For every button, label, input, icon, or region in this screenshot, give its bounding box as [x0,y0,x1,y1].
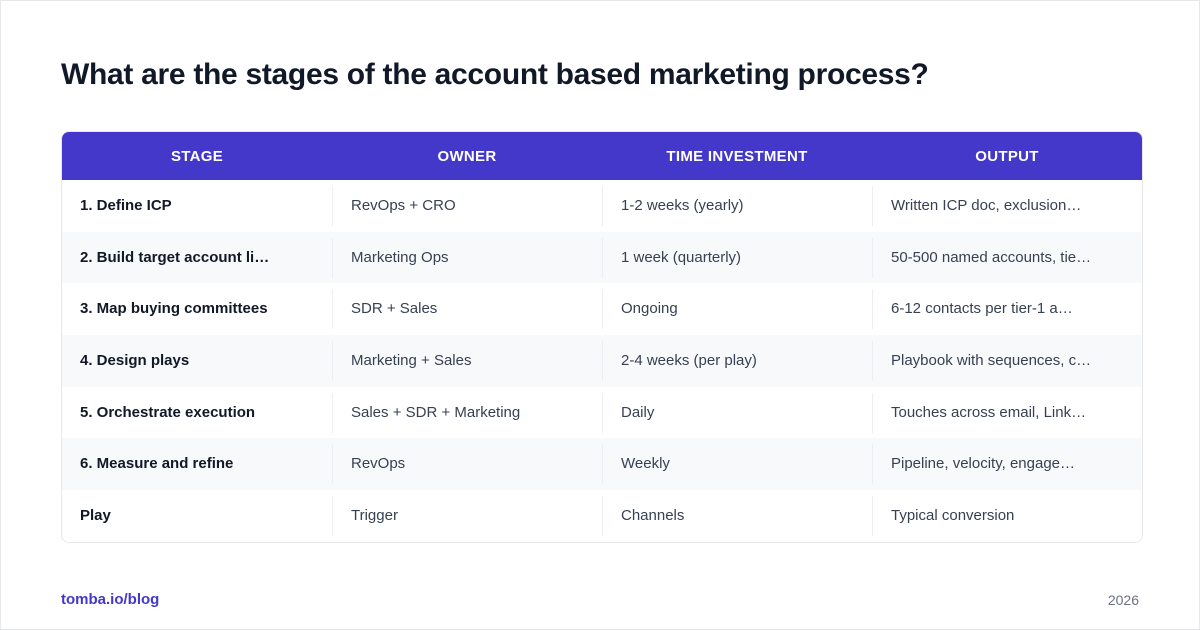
cell-time-investment: 1-2 weeks (yearly) [602,185,872,226]
cell-owner: RevOps [332,444,602,485]
table-row: 4. Design plays Marketing + Sales 2-4 we… [62,335,1142,387]
cell-time-investment: 1 week (quarterly) [602,237,872,278]
table-row: Play Trigger Channels Typical conversion [62,490,1142,542]
table-row: 6. Measure and refine RevOps Weekly Pipe… [62,438,1142,491]
cell-owner: Sales + SDR + Marketing [332,392,602,433]
cell-time-investment: Channels [602,495,872,536]
cell-time-investment: Weekly [602,444,872,485]
cell-output: Touches across email, Link… [872,392,1142,433]
cell-stage: 6. Measure and refine [80,455,234,473]
column-header-owner: OWNER [437,147,497,165]
table-row: 3. Map buying committees SDR + Sales Ong… [62,283,1142,335]
cell-output: Pipeline, velocity, engage… [872,444,1142,485]
table-header: STAGE OWNER TIME INVESTMENT OUTPUT [62,132,1142,180]
cell-output: 50-500 named accounts, tie… [872,237,1142,278]
cell-stage: 1. Define ICP [80,196,172,214]
footer-year: 2026 [1107,592,1139,608]
cell-owner: SDR + Sales [332,289,602,330]
cell-owner: Marketing + Sales [332,340,602,381]
column-header-time-investment: TIME INVESTMENT [666,147,808,165]
cell-owner: RevOps + CRO [332,185,602,226]
cell-stage: 2. Build target account li… [80,248,270,266]
footer-brand-link[interactable]: tomba.io/blog [61,591,159,608]
column-header-stage: STAGE [170,147,224,165]
table-row: 1. Define ICP RevOps + CRO 1-2 weeks (ye… [62,180,1142,232]
cell-stage: Play [80,506,111,524]
stages-table: STAGE OWNER TIME INVESTMENT OUTPUT 1. De… [61,131,1143,543]
page-frame: What are the stages of the account based… [0,0,1200,630]
cell-output: 6-12 contacts per tier-1 a… [872,289,1142,330]
cell-output: Playbook with sequences, c… [872,340,1142,381]
page-title: What are the stages of the account based… [61,58,929,91]
cell-stage: 3. Map buying committees [80,300,268,318]
cell-time-investment: Daily [602,392,872,433]
cell-owner: Trigger [332,495,602,536]
cell-time-investment: Ongoing [602,289,872,330]
table-row: 5. Orchestrate execution Sales + SDR + M… [62,387,1142,439]
column-header-output: OUTPUT [975,147,1039,165]
cell-output: Typical conversion [872,495,1142,536]
cell-output: Written ICP doc, exclusion… [872,185,1142,226]
cell-stage: 4. Design plays [80,351,190,369]
cell-time-investment: 2-4 weeks (per play) [602,340,872,381]
cell-owner: Marketing Ops [332,237,602,278]
table-row: 2. Build target account li… Marketing Op… [62,231,1142,284]
cell-stage: 5. Orchestrate execution [80,403,256,421]
